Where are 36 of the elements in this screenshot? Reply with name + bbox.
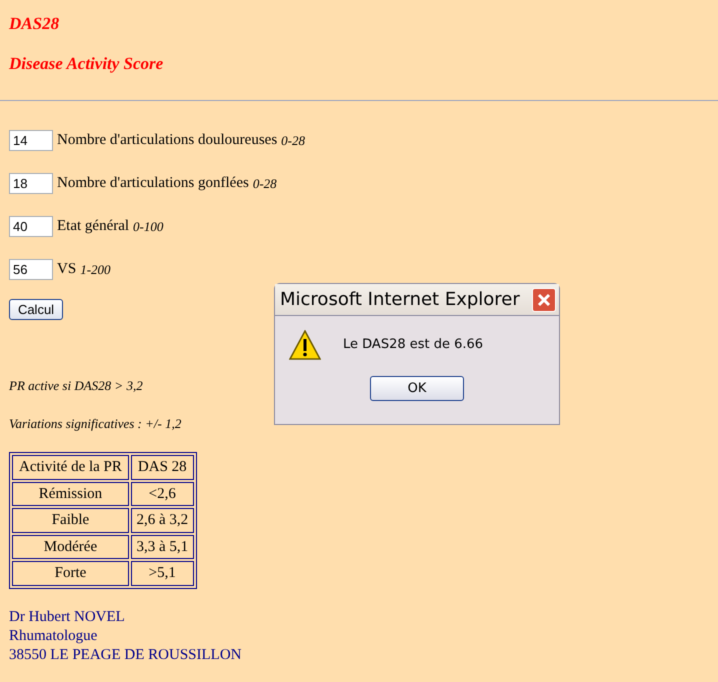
range-hint: 1-200 — [80, 260, 111, 279]
table-cell: <2,6 — [130, 482, 194, 506]
table-cell: 3,3 à 5,1 — [130, 534, 194, 559]
field-label: Nombre d'articulations douloureuses — [57, 131, 278, 150]
warning-icon — [289, 330, 321, 360]
field-label: VS — [57, 260, 76, 280]
number-input[interactable]: 14 — [9, 130, 53, 151]
dialog-message: Le DAS28 est de 6.66 — [343, 336, 484, 354]
range-hint: 0-28 — [281, 132, 305, 150]
number-input[interactable]: 18 — [9, 173, 53, 194]
field-label: Etat général — [57, 217, 130, 236]
dialog-title: Microsoft Internet Explorer — [280, 288, 520, 312]
table-cell: 2,6 à 3,2 — [130, 508, 194, 532]
ok-button[interactable]: OK — [370, 376, 464, 401]
number-input[interactable]: 40 — [9, 216, 53, 237]
note-text: PR active si DAS28 > 3,2 — [9, 378, 143, 394]
close-button[interactable] — [532, 288, 556, 312]
note-text: Variations significatives : +/- 1,2 — [9, 416, 182, 432]
table-cell: Faible — [12, 508, 129, 532]
calcul-button[interactable]: Calcul — [9, 299, 63, 320]
footer-text: Dr Hubert NOVEL — [9, 608, 125, 626]
table-cell: Rémission — [12, 482, 129, 506]
footer-text: Rhumatologue — [9, 626, 98, 646]
page-subtitle: Disease Activity Score — [9, 54, 164, 74]
field-label: Nombre d'articulations gonflées — [57, 174, 249, 194]
footer-text: 38550 LE PEAGE DE ROUSSILLON — [9, 646, 242, 664]
number-input[interactable]: 56 — [9, 259, 53, 280]
close-icon — [537, 292, 551, 306]
table-cell: Forte — [12, 561, 129, 586]
range-hint: 0-28 — [252, 174, 277, 193]
page-title: DAS28 — [9, 13, 60, 34]
column-header: Activité de la PR — [12, 455, 129, 480]
range-hint: 0-100 — [133, 218, 164, 236]
table-cell: >5,1 — [130, 561, 194, 586]
column-header: DAS 28 — [130, 455, 194, 480]
table-cell: Modérée — [12, 534, 129, 559]
